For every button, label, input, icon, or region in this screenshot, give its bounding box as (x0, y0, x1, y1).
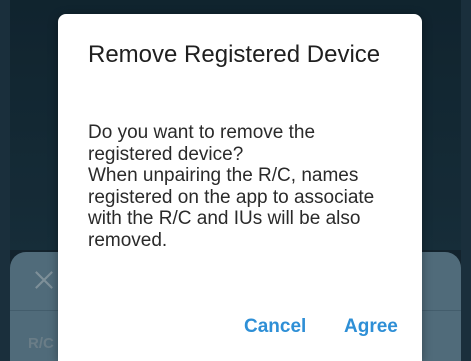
dialog-title: Remove Registered Device (88, 41, 381, 68)
dialog-message: Do you want to remove the registered dev… (88, 122, 375, 251)
app-frame: R/C Remove Registered Device Do you want… (0, 0, 471, 361)
agree-button[interactable]: Agree (344, 316, 398, 338)
remove-device-dialog: Remove Registered Device Do you want to … (58, 14, 422, 361)
cancel-button[interactable]: Cancel (244, 316, 306, 338)
